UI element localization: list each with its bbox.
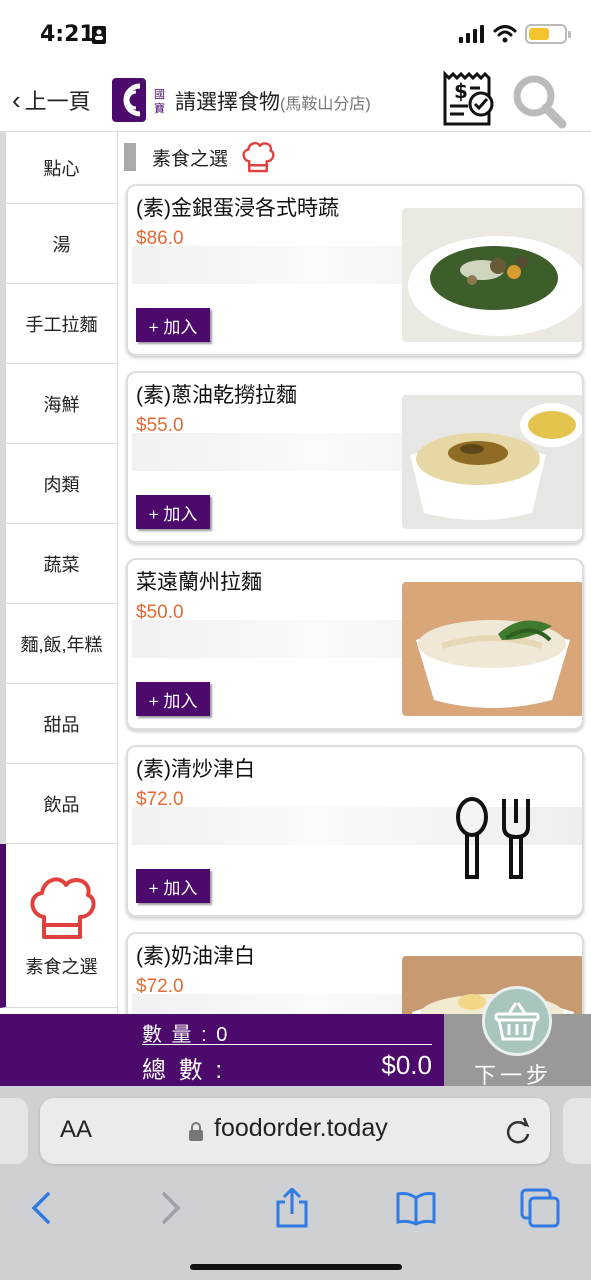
sidebar-item-dessert[interactable]: 甜品 [0, 684, 117, 764]
quantity-display: 數 量 : 0 [142, 1018, 229, 1047]
section-header: 素食之選 [118, 132, 591, 182]
back-label: 上一頁 [24, 89, 91, 114]
back-button[interactable]: ‹ 上一頁 [12, 84, 91, 116]
item-name: (素)清炒津白 [136, 758, 255, 781]
total-label: 總 數 : [142, 1057, 226, 1084]
sidebar-item-vegetarian[interactable]: 素食之選 [0, 844, 117, 1008]
tabs-icon[interactable] [520, 1188, 560, 1228]
sidebar-item-label: 素食之選 [25, 956, 98, 977]
menu-item-card[interactable]: (素)金銀蛋浸各式時蔬 $86.0 + 加入 [126, 184, 584, 356]
item-price: $55.0 [136, 415, 184, 436]
sidebar-item-label: 手工拉麵 [25, 314, 98, 335]
search-icon[interactable] [510, 72, 568, 130]
page-title-text: 請選擇食物 [175, 91, 280, 114]
item-name: 菜遠蘭州拉麵 [136, 571, 262, 594]
sidebar-item-label: 點心 [43, 158, 80, 179]
item-name: (素)奶油津白 [136, 945, 255, 968]
item-name: (素)蔥油乾撈拉麵 [136, 384, 297, 407]
section-title: 素食之選 [152, 148, 229, 170]
menu-item-card[interactable]: 菜遠蘭州拉麵 $50.0 + 加入 [126, 558, 584, 730]
sidebar-item-dimsum[interactable]: 點心 [0, 132, 117, 204]
total-value: $0.0 [381, 1050, 432, 1080]
add-button[interactable]: + 加入 [136, 495, 210, 529]
chef-hat-icon [30, 876, 96, 939]
next-tab-preview[interactable] [563, 1098, 591, 1164]
menu-content: 素食之選 (素)金銀蛋浸各式時蔬 $86.0 + 加入 (素)蔥油乾撈拉麵 $5… [118, 132, 591, 1014]
sidebar-item-label: 湯 [52, 234, 71, 255]
back-nav-icon[interactable] [22, 1188, 62, 1228]
basket-icon [494, 1002, 540, 1041]
sidebar-item-handmade-noodles[interactable]: 手工拉麵 [0, 284, 117, 364]
battery-icon [525, 24, 571, 44]
item-price: $86.0 [136, 228, 184, 249]
url-text: foodorder.today [214, 1114, 388, 1142]
sidebar-item-vegetables[interactable]: 蔬菜 [0, 524, 117, 604]
item-price: $72.0 [136, 976, 184, 997]
sidebar-item-label: 麵,飯,年糕 [20, 634, 103, 655]
sidebar-item-drinks[interactable]: 飲品 [0, 764, 117, 844]
add-button[interactable]: + 加入 [136, 682, 210, 716]
order-receipt-icon[interactable]: $ [440, 70, 496, 128]
sidebar-item-seafood[interactable]: 海鮮 [0, 364, 117, 444]
item-price: $72.0 [136, 789, 184, 810]
summary-totals: 數 量 : 0 總 數 : $0.0 [0, 1014, 444, 1086]
chef-hat-icon [242, 141, 275, 173]
status-icons [459, 24, 571, 44]
logo-text-2: 寶 [154, 101, 165, 115]
category-sidebar: 點心 湯 手工拉麵 海鮮 肉類 蔬菜 麵,飯,年糕 甜品 飲品 素食之選 [0, 132, 118, 1014]
menu-item-card[interactable]: (素)蔥油乾撈拉麵 $55.0 + 加入 [126, 371, 584, 543]
browser-chrome: AA foodorder.today [0, 1086, 591, 1280]
food-image-scallion-noodles [402, 395, 582, 529]
sidebar-item-noodles-rice[interactable]: 麵,飯,年糕 [0, 604, 117, 684]
home-indicator [190, 1264, 402, 1270]
sidebar-item-label: 甜品 [43, 714, 80, 735]
menu-item-card[interactable]: (素)清炒津白 $72.0 + 加入 [126, 745, 584, 917]
logo-text-1: 國 [154, 88, 165, 101]
bookmarks-icon[interactable] [396, 1188, 436, 1228]
quantity-value: 0 [216, 1024, 230, 1046]
forward-nav-icon[interactable] [150, 1188, 190, 1228]
share-icon[interactable] [272, 1188, 312, 1228]
add-button[interactable]: + 加入 [136, 308, 210, 342]
item-price: $50.0 [136, 602, 184, 623]
sidebar-item-label: 飲品 [43, 794, 80, 815]
section-marker [124, 143, 136, 171]
restaurant-logo: 國 寶 [110, 72, 166, 128]
svg-text:$: $ [454, 79, 468, 103]
quantity-label: 數 量 : [142, 1024, 209, 1046]
app-header: ‹ 上一頁 國 寶 請選擇食物(馬鞍山分店) $ [0, 66, 591, 132]
item-name: (素)金銀蛋浸各式時蔬 [136, 197, 339, 220]
contact-card-icon [92, 26, 106, 44]
signal-icon [459, 25, 484, 43]
previous-tab-preview[interactable] [0, 1098, 28, 1164]
chevron-left-icon: ‹ [12, 85, 21, 115]
reader-settings-button[interactable]: AA [60, 1116, 92, 1144]
basket-button[interactable] [482, 986, 552, 1056]
address-bar[interactable]: AA foodorder.today [40, 1098, 550, 1164]
wifi-icon [493, 25, 517, 43]
lock-icon [189, 1122, 203, 1141]
sidebar-item-label: 肉類 [43, 474, 80, 495]
sidebar-item-meat[interactable]: 肉類 [0, 444, 117, 524]
sidebar-item-soup[interactable]: 湯 [0, 204, 117, 284]
cutlery-icon [456, 797, 530, 879]
page-title: 請選擇食物(馬鞍山分店) [175, 86, 371, 116]
food-image-lanzhou-noodles [402, 582, 582, 716]
sidebar-item-label: 蔬菜 [43, 554, 80, 575]
reload-icon[interactable] [504, 1116, 532, 1146]
status-time: 4:21 [40, 22, 95, 47]
divider [142, 1044, 432, 1045]
browser-toolbar [0, 1178, 591, 1238]
sidebar-item-label: 海鮮 [43, 394, 80, 415]
add-button[interactable]: + 加入 [136, 869, 210, 903]
status-bar: 4:21 [0, 0, 591, 66]
branch-label: (馬鞍山分店) [280, 96, 371, 113]
food-image-greens [402, 208, 582, 342]
